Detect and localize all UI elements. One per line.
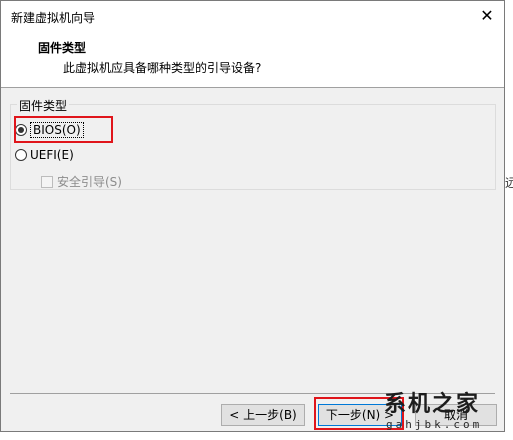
wizard-header: 固件类型 此虚拟机应具备哪种类型的引导设备? — [1, 31, 504, 88]
page-title: 固件类型 — [38, 41, 87, 55]
back-button[interactable]: < 上一步(B) — [221, 404, 305, 426]
background-edge-right — [505, 0, 513, 440]
radio-bios-label[interactable]: BIOS(O) — [30, 122, 84, 138]
radio-bios-circle[interactable] — [15, 124, 27, 136]
close-icon[interactable]: ✕ — [476, 5, 498, 27]
cancel-button[interactable]: 取消 — [415, 404, 497, 426]
background-edge-text: 远 — [505, 176, 513, 190]
wizard-window: 新建虚拟机向导 ✕ 固件类型 此虚拟机应具备哪种类型的引导设备? 固件类型 BI… — [0, 0, 505, 432]
secure-boot-checkbox-row: 安全引导(S) — [41, 173, 122, 190]
secure-boot-checkbox — [41, 175, 53, 188]
radio-bios[interactable]: BIOS(O) — [15, 122, 84, 138]
radio-selected-dot — [18, 127, 24, 133]
groupbox-legend: 固件类型 — [17, 97, 70, 114]
background-edge-bottom — [0, 432, 513, 440]
window-title: 新建虚拟机向导 — [11, 11, 96, 25]
footer-divider — [10, 393, 495, 394]
title-bar: 新建虚拟机向导 ✕ — [1, 1, 504, 31]
next-button[interactable]: 下一步(N) > — [318, 404, 402, 426]
page-subtitle: 此虚拟机应具备哪种类型的引导设备? — [63, 61, 262, 75]
radio-uefi-label[interactable]: UEFI(E) — [30, 148, 74, 162]
secure-boot-label: 安全引导(S) — [57, 175, 122, 189]
radio-uefi[interactable]: UEFI(E) — [15, 148, 74, 162]
radio-uefi-circle[interactable] — [15, 149, 27, 161]
